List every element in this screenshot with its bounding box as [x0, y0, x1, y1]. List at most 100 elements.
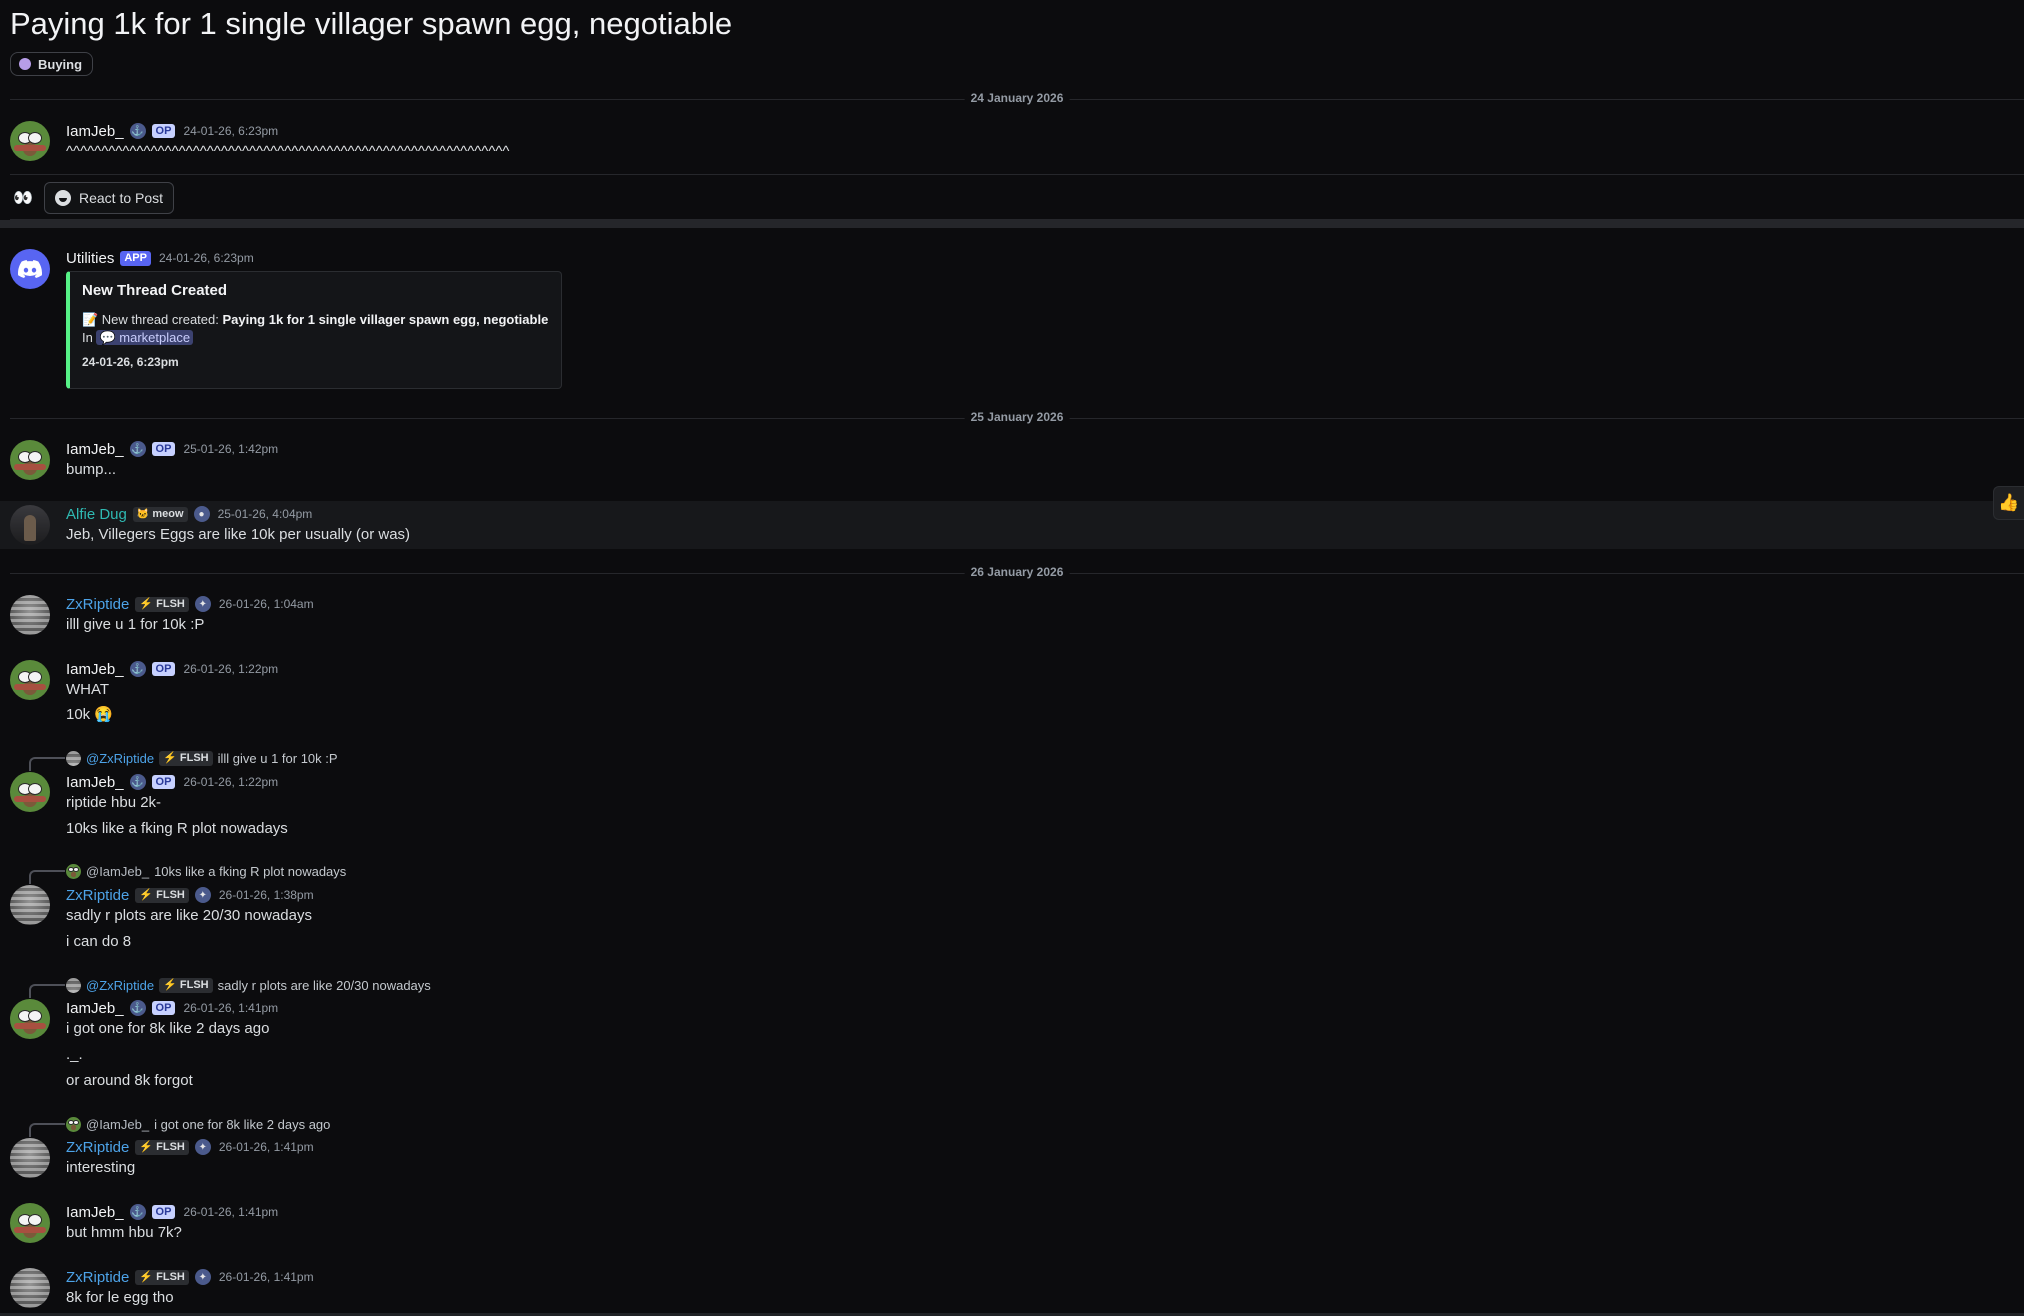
- reply-preview[interactable]: @IamJeb_ 10ks like a fking R plot nowada…: [66, 862, 346, 880]
- reply-text: sadly r plots are like 20/30 nowadays: [217, 977, 431, 993]
- timestamp: 26-01-26, 1:04am: [218, 597, 314, 611]
- timestamp: 26-01-26, 1:41pm: [183, 1205, 279, 1219]
- guild-badge-icon: ⚓: [129, 1000, 146, 1016]
- timestamp: 26-01-26, 1:41pm: [218, 1140, 314, 1154]
- reply-username[interactable]: @IamJeb_: [86, 1117, 149, 1132]
- message-text: interesting: [66, 1159, 136, 1176]
- reply-avatar: [66, 750, 81, 766]
- separator: [10, 174, 2024, 175]
- avatar[interactable]: [10, 121, 50, 161]
- guild-tag: ⚡ FLSH: [135, 596, 189, 612]
- avatar[interactable]: [10, 885, 50, 925]
- avatar[interactable]: [10, 595, 50, 635]
- tag-buying[interactable]: Buying: [10, 52, 94, 76]
- username[interactable]: Utilities: [66, 250, 114, 267]
- reply-text: 10ks like a fking R plot nowadays: [154, 863, 347, 879]
- avatar[interactable]: [10, 1203, 50, 1243]
- guild-badge-icon: ✦: [194, 887, 211, 903]
- reply-connector: [29, 757, 65, 771]
- reply-username[interactable]: @IamJeb_: [86, 864, 149, 879]
- embed-thread-name: Paying 1k for 1 single villager spawn eg…: [222, 312, 549, 327]
- message-text: sadly r plots are like 20/30 nowadays: [66, 907, 312, 924]
- message: Alfie Dug 🐱 meow ● 25-01-26, 4:04pm Jeb,…: [66, 503, 2014, 545]
- guild-badge-icon: ⚓: [129, 123, 146, 139]
- reply-preview[interactable]: @IamJeb_ i got one for 8k like 2 days ag…: [66, 1115, 330, 1133]
- username[interactable]: IamJeb_: [66, 661, 124, 678]
- message-text: or around 8k forgot: [66, 1072, 193, 1089]
- username[interactable]: ZxRiptide: [66, 596, 129, 613]
- message-text: i can do 8: [66, 933, 132, 950]
- username[interactable]: ZxRiptide: [66, 1139, 129, 1156]
- username[interactable]: IamJeb_: [66, 774, 124, 791]
- app-badge: APP: [120, 250, 151, 266]
- avatar[interactable]: [10, 1138, 50, 1178]
- avatar[interactable]: [10, 772, 50, 812]
- reply-text: illl give u 1 for 10k :P: [217, 750, 338, 766]
- message: IamJeb_ ⚓ OP 26-01-26, 1:22pm riptide hb…: [66, 771, 2014, 839]
- reply-connector: [29, 984, 65, 998]
- timestamp: 25-01-26, 4:04pm: [217, 507, 313, 521]
- reply-connector: [29, 870, 65, 884]
- thread-title: Paying 1k for 1 single villager spawn eg…: [10, 6, 733, 41]
- eyes-reaction[interactable]: 👀: [10, 186, 36, 210]
- guild-badge-icon: ⚓: [129, 774, 146, 790]
- embed-title: New Thread Created: [82, 282, 228, 299]
- reply-avatar: [66, 863, 81, 879]
- message-text: 10k 😭: [66, 706, 114, 723]
- message-text: bump...: [66, 461, 117, 478]
- react-to-post-button[interactable]: React to Post: [44, 182, 175, 214]
- op-badge: OP: [151, 1001, 176, 1015]
- guild-tag: ⚡ FLSH: [135, 1269, 189, 1285]
- reply-preview[interactable]: @ZxRiptide ⚡ FLSH illl give u 1 for 10k …: [66, 749, 338, 767]
- avatar[interactable]: [10, 660, 50, 700]
- cat-icon: 🐱: [136, 508, 150, 520]
- avatar[interactable]: [10, 440, 50, 480]
- avatar[interactable]: [10, 999, 50, 1039]
- avatar[interactable]: [10, 1268, 50, 1308]
- guild-tag: ⚡ FLSH: [159, 750, 213, 766]
- guild-tag: ⚡ FLSH: [135, 1139, 189, 1155]
- timestamp: 26-01-26, 1:22pm: [183, 775, 279, 789]
- message-text: WHAT: [66, 681, 110, 698]
- username[interactable]: ZxRiptide: [66, 1269, 129, 1286]
- message-text: 8k for le egg tho: [66, 1289, 174, 1306]
- guild-badge-icon: ⚓: [129, 1204, 146, 1220]
- username[interactable]: IamJeb_: [66, 1204, 124, 1221]
- username[interactable]: Alfie Dug: [66, 506, 127, 523]
- reply-username[interactable]: @ZxRiptide: [86, 751, 154, 766]
- guild-badge-icon: ✦: [194, 596, 211, 612]
- message: IamJeb_ ⚓ OP 26-01-26, 1:41pm i got one …: [66, 997, 2014, 1091]
- tag-label: Buying: [38, 56, 83, 72]
- op-badge: OP: [151, 662, 176, 676]
- reply-username[interactable]: @ZxRiptide: [86, 978, 154, 993]
- message-text: i got one for 8k like 2 days ago: [66, 1020, 270, 1037]
- op-badge: OP: [151, 124, 176, 138]
- op-badge: OP: [151, 442, 176, 456]
- crying-emoji: 😭: [94, 706, 114, 723]
- message-text: but hmm hbu 7k?: [66, 1224, 182, 1241]
- reply-preview[interactable]: @ZxRiptide ⚡ FLSH sadly r plots are like…: [66, 976, 431, 994]
- thumbs-up-reaction-button[interactable]: 👍: [1993, 486, 2024, 520]
- post-divider: [0, 220, 2024, 228]
- avatar[interactable]: [10, 505, 50, 545]
- message: ZxRiptide ⚡ FLSH ✦ 26-01-26, 1:41pm 8k f…: [66, 1266, 2014, 1308]
- timestamp: 25-01-26, 1:42pm: [183, 442, 279, 456]
- avatar[interactable]: [10, 249, 50, 289]
- react-to-post-label: React to Post: [79, 190, 164, 206]
- username[interactable]: IamJeb_: [66, 123, 124, 140]
- date-divider: 25 January 2026: [10, 410, 2024, 424]
- timestamp: 26-01-26, 1:41pm: [183, 1001, 279, 1015]
- date-divider: 24 January 2026: [10, 91, 2024, 105]
- channel-mention[interactable]: 💬 marketplace: [96, 330, 194, 345]
- username[interactable]: IamJeb_: [66, 1000, 124, 1017]
- username[interactable]: ZxRiptide: [66, 887, 129, 904]
- guild-badge-icon: ⚓: [129, 661, 146, 677]
- message: ZxRiptide ⚡ FLSH ✦ 26-01-26, 1:04am illl…: [66, 593, 2014, 635]
- tag-dot-icon: [19, 58, 31, 70]
- message-text: Jeb, Villegers Eggs are like 10k per usu…: [66, 526, 411, 543]
- thread-created-embed: New Thread Created 📝 New thread created:…: [66, 271, 562, 389]
- username[interactable]: IamJeb_: [66, 441, 124, 458]
- message: IamJeb_ ⚓ OP 25-01-26, 1:42pm bump...: [66, 438, 2014, 480]
- message: IamJeb_ ⚓ OP 26-01-26, 1:41pm but hmm hb…: [66, 1201, 2014, 1243]
- embed-line: 📝 New thread created: Paying 1k for 1 si…: [82, 312, 549, 327]
